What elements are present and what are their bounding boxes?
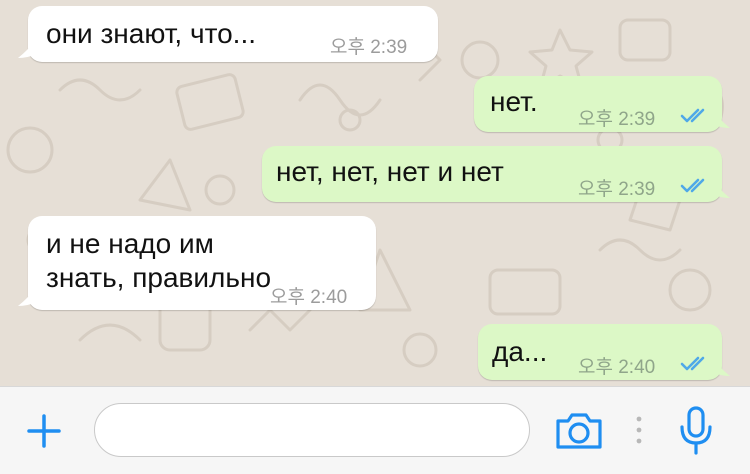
message-time: 오후 2:40 xyxy=(578,357,656,378)
message-text-line: и не надо им xyxy=(46,228,214,259)
bubble-tail xyxy=(18,288,36,306)
message-text: да... xyxy=(492,336,548,367)
message-text: нет. xyxy=(490,86,538,117)
bubble-tail xyxy=(712,110,730,128)
microphone-icon[interactable] xyxy=(676,405,716,457)
message-text: они знают, что... xyxy=(46,18,256,49)
message-bubble-outgoing[interactable]: нет. 오후 2:39 xyxy=(474,76,730,132)
message-input[interactable] xyxy=(94,403,530,457)
message-time: 오후 2:39 xyxy=(330,37,408,58)
read-receipt-icon xyxy=(680,108,705,123)
chat-area[interactable]: они знают, что... 오후 2:39 нет. 오후 2:39 н… xyxy=(0,0,750,386)
message-composer xyxy=(0,386,750,474)
message-time: 오후 2:39 xyxy=(578,109,656,130)
message-bubble-outgoing[interactable]: да... 오후 2:40 xyxy=(478,324,730,380)
bubble-tail xyxy=(712,180,730,198)
message-text-line: знать, правильно xyxy=(46,262,272,293)
plus-icon[interactable] xyxy=(26,413,62,449)
message-bubble-outgoing[interactable]: нет, нет, нет и нет 오후 2:39 xyxy=(262,146,730,202)
message-bubble-incoming[interactable]: и не надо им знать, правильно 오후 2:40 xyxy=(18,216,376,310)
bubble-tail xyxy=(18,40,36,58)
camera-icon[interactable] xyxy=(554,409,604,453)
bubble-tail xyxy=(712,358,730,376)
message-bubble-incoming[interactable]: они знают, что... 오후 2:39 xyxy=(18,6,438,62)
read-receipt-icon xyxy=(680,178,705,193)
message-time: 오후 2:39 xyxy=(578,179,656,200)
more-dots-icon[interactable] xyxy=(634,415,644,445)
read-receipt-icon xyxy=(680,356,705,371)
message-time: 오후 2:40 xyxy=(270,287,348,308)
message-text: нет, нет, нет и нет xyxy=(276,156,504,187)
